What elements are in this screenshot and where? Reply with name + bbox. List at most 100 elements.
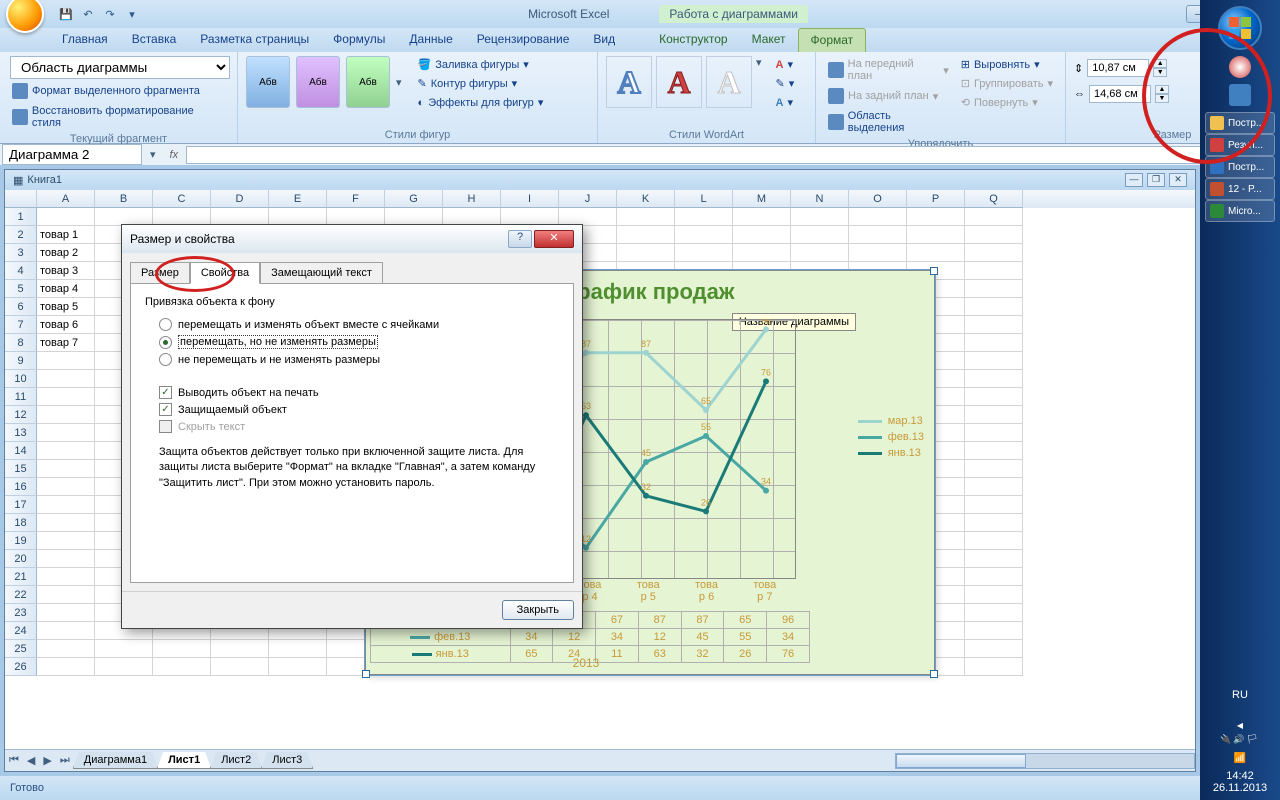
cell[interactable]: товар 7 bbox=[37, 334, 95, 352]
taskbar-item[interactable]: Постр... bbox=[1205, 156, 1275, 178]
formula-input[interactable] bbox=[186, 146, 1274, 164]
height-spinner[interactable]: ▲▼ bbox=[1153, 59, 1167, 77]
cell[interactable] bbox=[907, 244, 965, 262]
width-input[interactable] bbox=[1089, 85, 1151, 103]
cell[interactable] bbox=[965, 334, 1023, 352]
cell[interactable] bbox=[965, 658, 1023, 676]
cell[interactable] bbox=[37, 514, 95, 532]
row-header[interactable]: 10 bbox=[5, 370, 37, 388]
cell[interactable] bbox=[617, 244, 675, 262]
cell[interactable] bbox=[153, 640, 211, 658]
system-clock[interactable]: RU ◀ 🔌🔊🏳 📶 14:42 26.11.2013 bbox=[1207, 683, 1273, 800]
tab-review[interactable]: Рецензирование bbox=[465, 28, 582, 52]
radio-move-only[interactable] bbox=[159, 336, 172, 349]
resize-handle[interactable] bbox=[362, 670, 370, 678]
name-box[interactable] bbox=[2, 144, 142, 165]
row-header[interactable]: 23 bbox=[5, 604, 37, 622]
tab-home[interactable]: Главная bbox=[50, 28, 120, 52]
row-header[interactable]: 6 bbox=[5, 298, 37, 316]
cell[interactable] bbox=[791, 226, 849, 244]
cell[interactable] bbox=[617, 208, 675, 226]
selection-pane-button[interactable]: Область выделения bbox=[824, 108, 953, 136]
sheet-nav-prev[interactable]: ◀ bbox=[23, 754, 39, 767]
cell[interactable] bbox=[791, 244, 849, 262]
cell[interactable] bbox=[965, 244, 1023, 262]
cell[interactable]: товар 1 bbox=[37, 226, 95, 244]
taskbar-item[interactable]: Micro... bbox=[1205, 200, 1275, 222]
wordart-style-3[interactable]: A bbox=[706, 56, 752, 108]
dialog-titlebar[interactable]: Размер и свойства ? ✕ bbox=[122, 225, 582, 253]
row-header[interactable]: 9 bbox=[5, 352, 37, 370]
row-header[interactable]: 2 bbox=[5, 226, 37, 244]
row-header[interactable]: 15 bbox=[5, 460, 37, 478]
cell[interactable] bbox=[907, 208, 965, 226]
cell[interactable] bbox=[37, 424, 95, 442]
cell[interactable] bbox=[965, 460, 1023, 478]
tray-icon[interactable] bbox=[1229, 84, 1251, 106]
tray-icons[interactable]: 🔌🔊🏳 bbox=[1213, 734, 1267, 745]
namebox-dropdown-icon[interactable]: ▾ bbox=[144, 148, 162, 161]
width-spinner[interactable]: ▲▼ bbox=[1155, 85, 1169, 103]
align-button[interactable]: ⊞Выровнять ▾ bbox=[957, 56, 1057, 73]
tab-data[interactable]: Данные bbox=[397, 28, 464, 52]
dialog-tab-properties[interactable]: Свойства bbox=[190, 262, 260, 284]
col-header[interactable]: H bbox=[443, 190, 501, 208]
tab-insert[interactable]: Вставка bbox=[120, 28, 189, 52]
row-header[interactable]: 19 bbox=[5, 532, 37, 550]
sheet-nav-next[interactable]: ▶ bbox=[39, 754, 55, 767]
text-effects-button[interactable]: A▾ bbox=[772, 94, 799, 111]
sheet-tab-active[interactable]: Лист1 bbox=[157, 752, 211, 769]
tab-design[interactable]: Конструктор bbox=[647, 28, 739, 52]
row-header[interactable]: 7 bbox=[5, 316, 37, 334]
col-header[interactable]: K bbox=[617, 190, 675, 208]
cell[interactable] bbox=[965, 298, 1023, 316]
cell[interactable] bbox=[965, 388, 1023, 406]
cell[interactable] bbox=[965, 604, 1023, 622]
undo-icon[interactable]: ↶ bbox=[80, 6, 96, 22]
cell[interactable] bbox=[965, 316, 1023, 334]
cell[interactable] bbox=[37, 568, 95, 586]
cell[interactable] bbox=[211, 640, 269, 658]
height-input[interactable] bbox=[1087, 59, 1149, 77]
doc-maximize[interactable]: ❐ bbox=[1147, 173, 1165, 187]
cell[interactable] bbox=[965, 532, 1023, 550]
cell[interactable] bbox=[675, 226, 733, 244]
cell[interactable] bbox=[733, 208, 791, 226]
cell[interactable] bbox=[37, 496, 95, 514]
row-header[interactable]: 4 bbox=[5, 262, 37, 280]
dialog-close-button[interactable]: ✕ bbox=[534, 230, 574, 248]
col-header[interactable]: O bbox=[849, 190, 907, 208]
cell[interactable] bbox=[37, 478, 95, 496]
row-header[interactable]: 3 bbox=[5, 244, 37, 262]
row-header[interactable]: 22 bbox=[5, 586, 37, 604]
reset-style-button[interactable]: Восстановить форматирование стиля bbox=[8, 103, 229, 131]
col-header[interactable]: C bbox=[153, 190, 211, 208]
start-button[interactable] bbox=[1218, 6, 1262, 50]
cell[interactable] bbox=[849, 244, 907, 262]
col-header[interactable]: Q bbox=[965, 190, 1023, 208]
chart-element-selector[interactable]: Область диаграммы bbox=[10, 56, 230, 79]
cell[interactable] bbox=[37, 586, 95, 604]
radio-no-move[interactable] bbox=[159, 353, 172, 366]
shape-style-3[interactable]: Абв bbox=[346, 56, 390, 108]
shape-effects-button[interactable]: ◐Эффекты для фигур ▾ bbox=[414, 94, 548, 111]
row-header[interactable]: 17 bbox=[5, 496, 37, 514]
cell[interactable] bbox=[37, 388, 95, 406]
row-header[interactable]: 16 bbox=[5, 478, 37, 496]
sheet-nav-last[interactable]: ⏭ bbox=[56, 754, 74, 767]
cell[interactable] bbox=[965, 496, 1023, 514]
cell[interactable] bbox=[849, 208, 907, 226]
resize-handle[interactable] bbox=[930, 670, 938, 678]
tab-pagelayout[interactable]: Разметка страницы bbox=[188, 28, 321, 52]
cell[interactable] bbox=[37, 370, 95, 388]
shape-outline-button[interactable]: ✎Контур фигуры ▾ bbox=[414, 75, 548, 92]
sheet-tab[interactable]: Диаграмма1 bbox=[73, 752, 158, 769]
cell[interactable] bbox=[965, 424, 1023, 442]
col-header[interactable]: J bbox=[559, 190, 617, 208]
dialog-tab-alttext[interactable]: Замещающий текст bbox=[260, 262, 383, 284]
tab-formulas[interactable]: Формулы bbox=[321, 28, 397, 52]
cell[interactable] bbox=[37, 640, 95, 658]
row-header[interactable]: 20 bbox=[5, 550, 37, 568]
shape-style-1[interactable]: Абв bbox=[246, 56, 290, 108]
save-icon[interactable]: 💾 bbox=[58, 6, 74, 22]
